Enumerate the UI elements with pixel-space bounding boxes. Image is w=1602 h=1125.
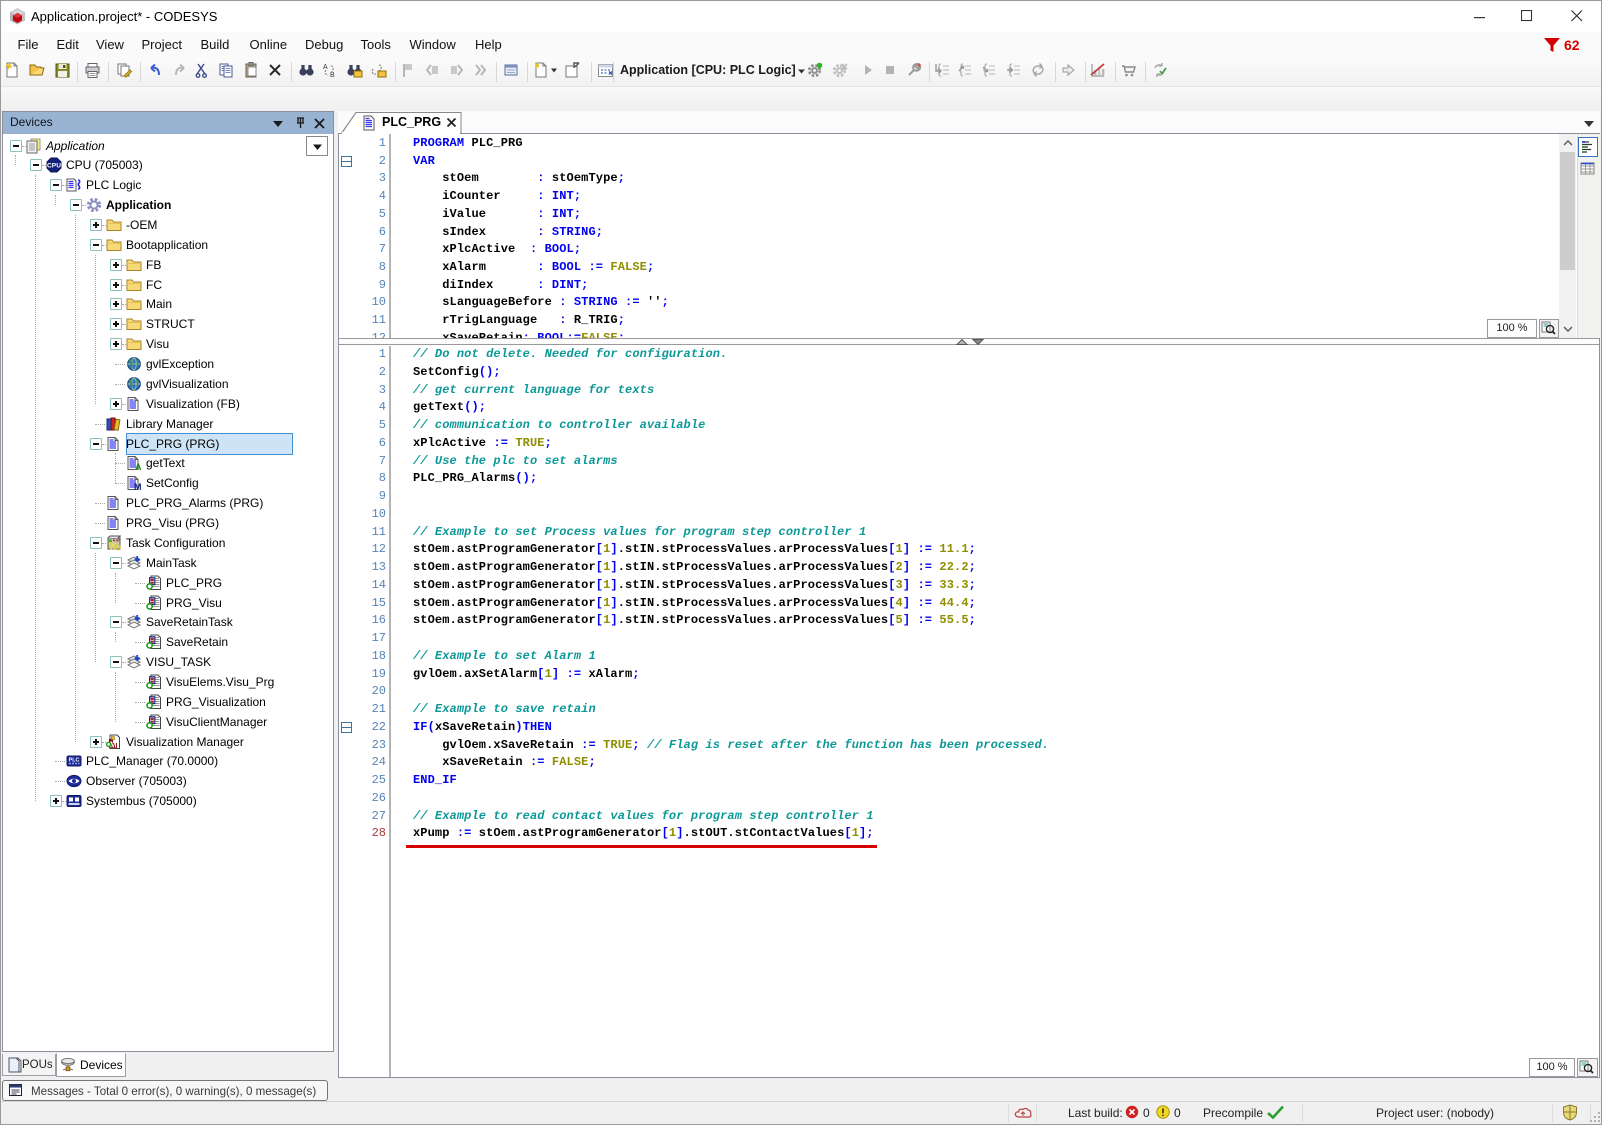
svg-text:M: M [134,482,142,491]
svg-text:B: B [330,72,335,79]
svg-text:CPU: CPU [47,163,61,170]
svg-text:PLC: PLC [69,758,80,764]
svg-text:A: A [135,462,142,471]
